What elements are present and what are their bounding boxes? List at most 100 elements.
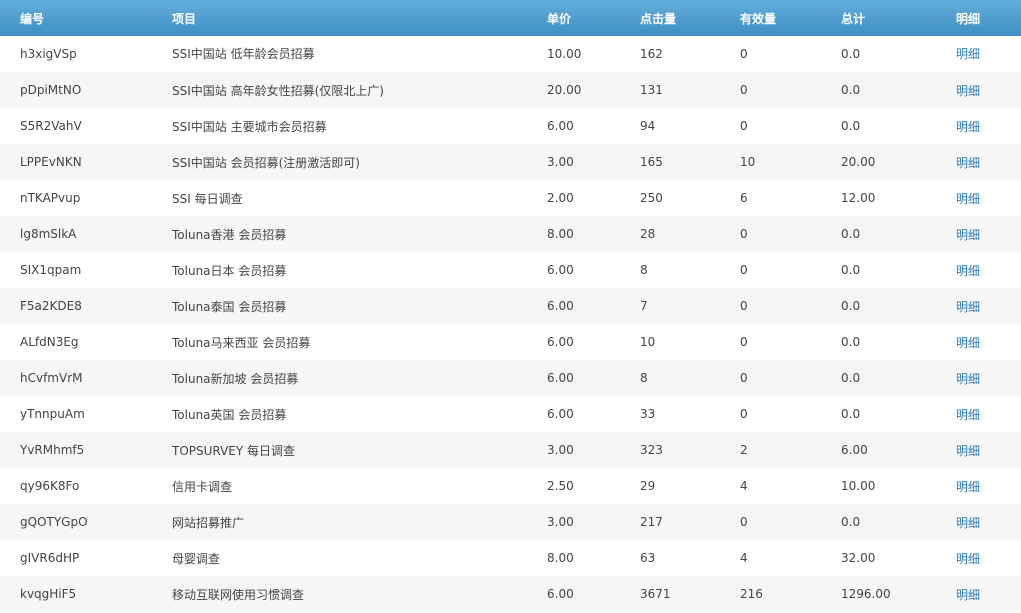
column-header-clicks: 点击量 — [640, 11, 677, 26]
cell-clicks: 162 — [640, 36, 740, 73]
detail-link[interactable]: 明细 — [956, 552, 980, 566]
cell-id: lg8mSlkA — [0, 216, 172, 253]
table-row: nTKAPvup SSI 每日调查 2.00 250 6 12.00 明细 — [0, 180, 1021, 217]
cell-price: 10.00 — [547, 36, 640, 73]
detail-link[interactable]: 明细 — [956, 372, 980, 386]
detail-link[interactable]: 明细 — [956, 408, 980, 422]
cell-valid: 0 — [740, 288, 841, 325]
cell-total: 12.00 — [841, 180, 956, 217]
detail-link[interactable]: 明细 — [956, 480, 980, 494]
cell-price: 6.00 — [547, 288, 640, 325]
cell-total: 10.00 — [841, 468, 956, 505]
cell-total: 6.00 — [841, 432, 956, 469]
cell-id: SIX1qpam — [0, 252, 172, 289]
cell-price: 3.00 — [547, 144, 640, 181]
header-row: 编号 项目 单价 点击量 有效量 总计 明细 — [0, 0, 1021, 36]
table-row: pDpiMtNO SSI中国站 高年龄女性招募(仅限北上广) 20.00 131 0 0.… — [0, 72, 1021, 109]
cell-id: pDpiMtNO — [0, 72, 172, 109]
cell-clicks: 165 — [640, 144, 740, 181]
cell-id: S5R2VahV — [0, 108, 172, 145]
cell-detail: 明细 — [956, 216, 1021, 253]
cell-valid: 0 — [740, 504, 841, 541]
cell-project: 母婴调查 — [172, 540, 547, 577]
cell-detail: 明细 — [956, 72, 1021, 109]
cell-id: nTKAPvup — [0, 180, 172, 217]
cell-price: 6.00 — [547, 396, 640, 433]
cell-project: Toluna英国 会员招募 — [172, 396, 547, 433]
column-header-valid: 有效量 — [740, 11, 777, 26]
cell-project: Toluna香港 会员招募 — [172, 216, 547, 253]
detail-link[interactable]: 明细 — [956, 156, 980, 170]
cell-clicks: 7 — [640, 288, 740, 325]
detail-link[interactable]: 明细 — [956, 264, 980, 278]
cell-price: 6.00 — [547, 324, 640, 361]
cell-project: Toluna日本 会员招募 — [172, 252, 547, 289]
detail-link[interactable]: 明细 — [956, 228, 980, 242]
cell-clicks: 33 — [640, 396, 740, 433]
detail-link[interactable]: 明细 — [956, 336, 980, 350]
detail-link[interactable]: 明细 — [956, 444, 980, 458]
detail-link[interactable]: 明细 — [956, 120, 980, 134]
cell-id: qy96K8Fo — [0, 468, 172, 505]
column-header-detail: 明细 — [956, 11, 981, 26]
cell-price: 8.00 — [547, 540, 640, 577]
cell-detail: 明细 — [956, 576, 1021, 613]
cell-id: yTnnpuAm — [0, 396, 172, 433]
detail-link[interactable]: 明细 — [956, 300, 980, 314]
cell-id: LPPEvNKN — [0, 144, 172, 181]
cell-clicks: 323 — [640, 432, 740, 469]
table-row: gQOTYGpO 网站招募推广 3.00 217 0 0.0 明细 — [0, 504, 1021, 541]
cell-total: 0.0 — [841, 216, 956, 253]
cell-project: Toluna泰国 会员招募 — [172, 288, 547, 325]
column-header-id: 编号 — [20, 11, 45, 26]
cell-clicks: 28 — [640, 216, 740, 253]
cell-clicks: 10 — [640, 324, 740, 361]
cell-clicks: 131 — [640, 72, 740, 109]
table-row: S5R2VahV SSI中国站 主要城市会员招募 6.00 94 0 0.0 明细 — [0, 108, 1021, 145]
cell-detail: 明细 — [956, 36, 1021, 73]
cell-id: gQOTYGpO — [0, 504, 172, 541]
cell-valid: 0 — [740, 396, 841, 433]
cell-total: 32.00 — [841, 540, 956, 577]
detail-link[interactable]: 明细 — [956, 192, 980, 206]
cell-project: SSI中国站 主要城市会员招募 — [172, 108, 547, 145]
detail-link[interactable]: 明细 — [956, 84, 980, 98]
cell-total: 0.0 — [841, 288, 956, 325]
cell-project: SSI中国站 高年龄女性招募(仅限北上广) — [172, 72, 547, 109]
cell-clicks: 63 — [640, 540, 740, 577]
cell-detail: 明细 — [956, 108, 1021, 145]
table-row: lg8mSlkA Toluna香港 会员招募 8.00 28 0 0.0 明细 — [0, 216, 1021, 253]
table-row: kvqgHiF5 移动互联网使用习惯调查 6.00 3671 216 1296.00 明细 — [0, 576, 1021, 613]
cell-valid: 0 — [740, 72, 841, 109]
cell-total: 0.0 — [841, 504, 956, 541]
cell-detail: 明细 — [956, 324, 1021, 361]
cell-total: 0.0 — [841, 360, 956, 397]
cell-detail: 明细 — [956, 144, 1021, 181]
table-row: LPPEvNKN SSI中国站 会员招募(注册激活即可) 3.00 165 10 20.0… — [0, 144, 1021, 181]
detail-link[interactable]: 明细 — [956, 516, 980, 530]
cell-detail: 明细 — [956, 540, 1021, 577]
cell-total: 0.0 — [841, 36, 956, 73]
column-header-total: 总计 — [841, 11, 866, 26]
cell-total: 0.0 — [841, 108, 956, 145]
table-header: 编号 项目 单价 点击量 有效量 总计 明细 — [0, 0, 1021, 36]
cell-valid: 0 — [740, 324, 841, 361]
table-row: qy96K8Fo 信用卡调查 2.50 29 4 10.00 明细 — [0, 468, 1021, 505]
cell-project: SSI中国站 会员招募(注册激活即可) — [172, 144, 547, 181]
cell-id: gIVR6dHP — [0, 540, 172, 577]
detail-link[interactable]: 明细 — [956, 588, 980, 602]
projects-table: 编号 项目 单价 点击量 有效量 总计 明细 h3xigVSp SSI中国站 低年… — [0, 0, 1021, 613]
cell-clicks: 250 — [640, 180, 740, 217]
detail-link[interactable]: 明细 — [956, 47, 980, 61]
table-row: F5a2KDE8 Toluna泰国 会员招募 6.00 7 0 0.0 明细 — [0, 288, 1021, 325]
cell-project: SSI中国站 低年龄会员招募 — [172, 36, 547, 73]
cell-id: hCvfmVrM — [0, 360, 172, 397]
cell-total: 0.0 — [841, 72, 956, 109]
cell-valid: 0 — [740, 360, 841, 397]
table-row: hCvfmVrM Toluna新加坡 会员招募 6.00 8 0 0.0 明细 — [0, 360, 1021, 397]
cell-price: 6.00 — [547, 576, 640, 613]
cell-valid: 0 — [740, 216, 841, 253]
cell-project: 信用卡调查 — [172, 468, 547, 505]
cell-valid: 0 — [740, 252, 841, 289]
cell-valid: 6 — [740, 180, 841, 217]
